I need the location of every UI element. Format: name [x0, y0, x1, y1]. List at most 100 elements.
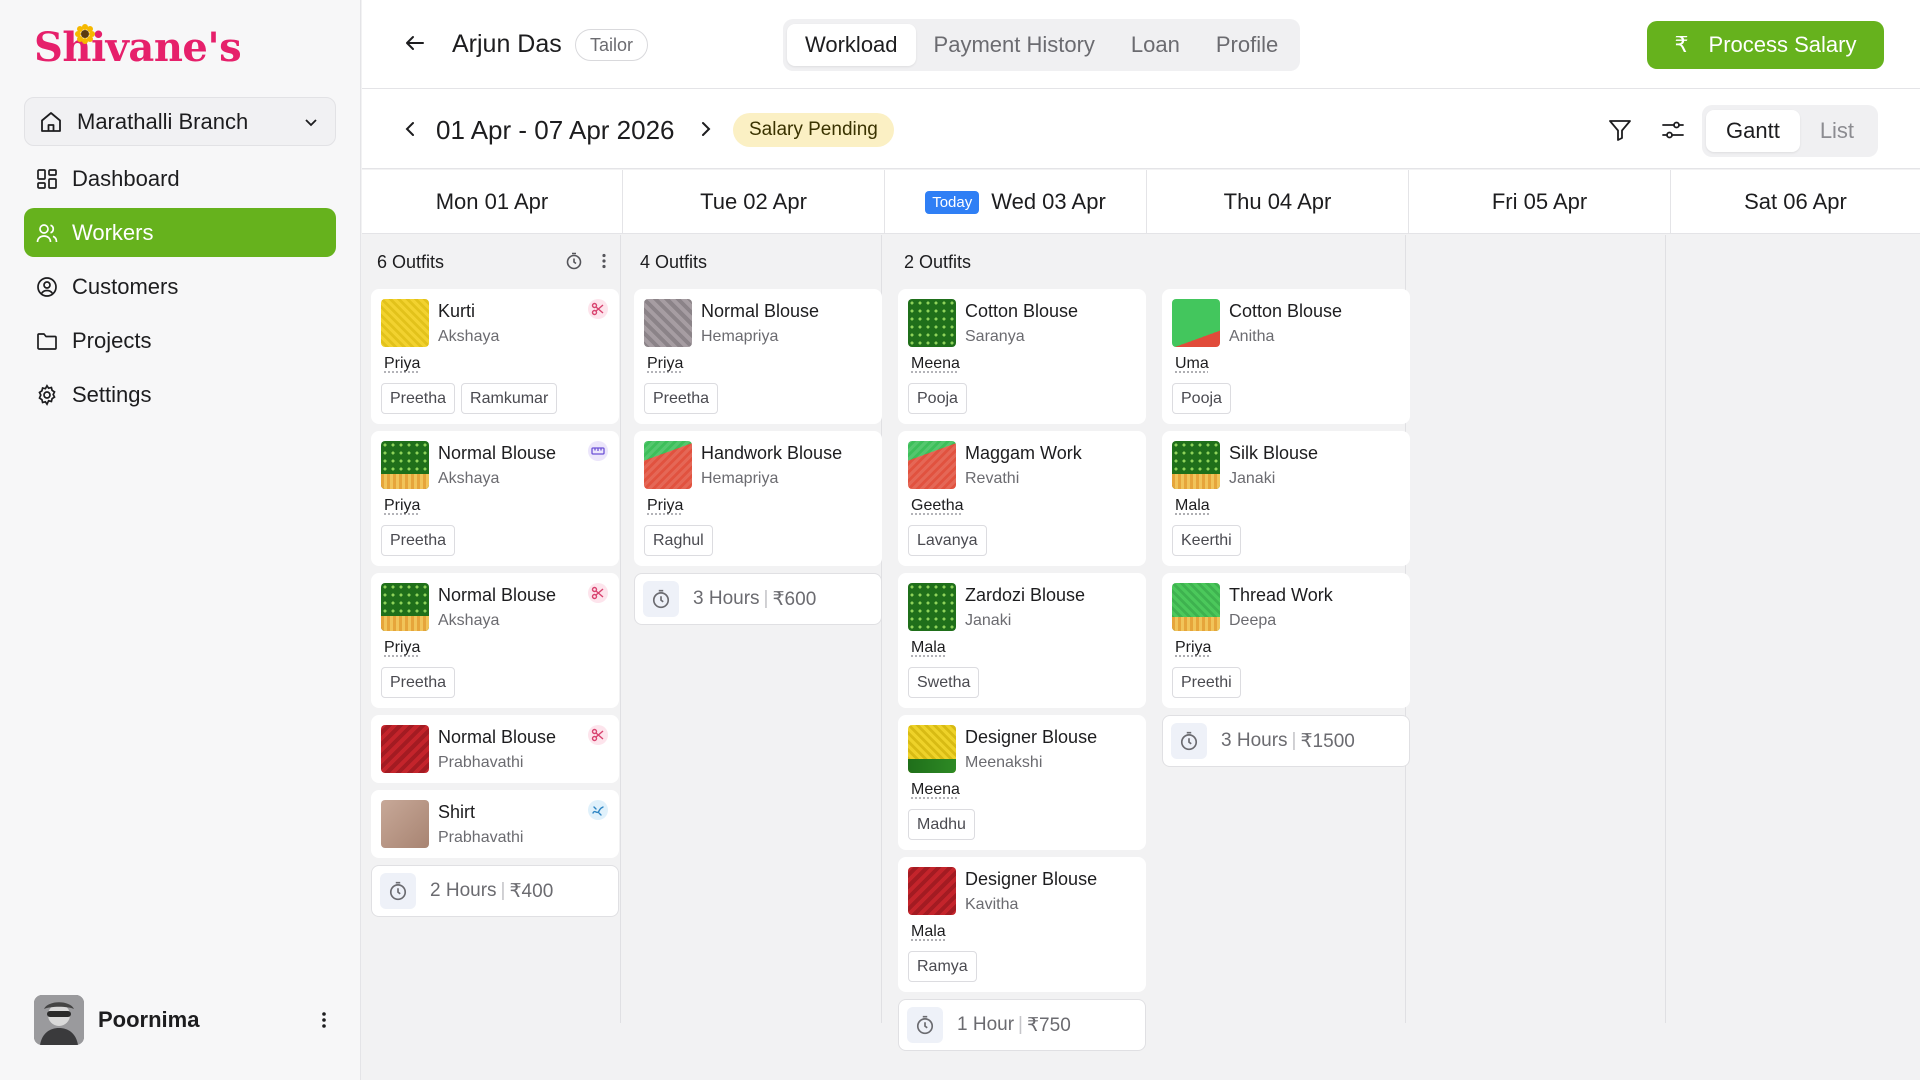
outfit-title: Normal Blouse [701, 301, 820, 321]
date-range: 01 Apr - 07 Apr 2026 [436, 115, 675, 145]
helper-tag: Preethi [1172, 667, 1241, 698]
customer-name: Saranya [965, 328, 1025, 345]
workload-summary: 3 Hours | ₹1500 [1162, 715, 1410, 767]
sliders-icon[interactable] [1660, 117, 1686, 143]
day-header: Tue 02 Apr [623, 170, 885, 234]
day-label: Wed 03 Apr [991, 189, 1106, 214]
assigned-worker[interactable]: Priya [381, 497, 420, 515]
outfit-card[interactable]: Zardozi Blouse Janaki Mala Swetha [898, 573, 1146, 708]
customer-icon [37, 276, 57, 297]
outfit-card[interactable]: Normal Blouse Hemapriya Priya Preetha [634, 289, 882, 424]
process-salary-label: Process Salary [1708, 32, 1857, 57]
day-label: Tue 02 Apr [700, 189, 807, 214]
user-profile[interactable]: Poornima [34, 993, 334, 1047]
sidebar-item-settings[interactable]: Settings [24, 370, 336, 419]
assigned-worker[interactable]: Priya [644, 497, 683, 515]
customer-name: Revathi [965, 470, 1020, 487]
toolbar: 01 Apr - 07 Apr 2026 Salary Pending Gant… [362, 89, 1920, 169]
outfit-card[interactable]: Kurti Akshaya Priya Preetha Ramkumar [371, 289, 619, 424]
assigned-worker[interactable]: Geetha [908, 497, 963, 515]
outfit-count: 2 Outfits [904, 251, 972, 272]
rupee-icon: ₹ [1674, 32, 1689, 57]
helper-tag: Pooja [908, 383, 967, 414]
more-vertical-icon[interactable] [597, 252, 611, 270]
helper-tag: Swetha [908, 667, 980, 698]
customer-name: Prabhavathi [438, 829, 524, 846]
brand-logo[interactable]: Shivane's [34, 24, 242, 71]
assigned-worker[interactable]: Mala [908, 923, 946, 941]
chevron-left-icon[interactable] [400, 119, 420, 139]
helper-tag: Raghul [644, 525, 713, 556]
sidebar-nav: Dashboard Workers Customers Projects Set… [24, 154, 336, 424]
assigned-worker[interactable]: Meena [908, 781, 960, 799]
assigned-worker[interactable]: Mala [1172, 497, 1210, 515]
assigned-worker[interactable]: Priya [381, 355, 420, 373]
outfit-card[interactable]: Designer Blouse Meenakshi Meena Madhu [898, 715, 1146, 850]
assigned-worker[interactable]: Mala [908, 639, 946, 657]
sidebar-item-customers[interactable]: Customers [24, 262, 336, 311]
more-vertical-icon[interactable] [314, 1010, 334, 1030]
tab-workload[interactable]: Workload [787, 24, 916, 66]
home-icon [41, 111, 61, 132]
outfit-card[interactable]: Normal Blouse Akshaya Priya Preetha [371, 431, 619, 566]
outfit-card[interactable]: Normal Blouse Prabhavathi [371, 715, 619, 783]
customer-name: Akshaya [438, 612, 500, 629]
outfit-title: Normal Blouse [438, 585, 557, 605]
view-gantt[interactable]: Gantt [1706, 110, 1800, 152]
sidebar-item-dashboard[interactable]: Dashboard [24, 154, 336, 203]
day-header-today: Today Wed 03 Apr [885, 170, 1147, 234]
view-list[interactable]: List [1800, 110, 1874, 152]
summary-amount: ₹750 [1026, 1014, 1071, 1036]
process-salary-button[interactable]: ₹ Process Salary [1647, 21, 1884, 69]
outfit-card[interactable]: Thread Work Deepa Priya Preethi [1162, 573, 1410, 708]
helper-tag: Pooja [1172, 383, 1231, 414]
assigned-worker[interactable]: Priya [1172, 639, 1211, 657]
branch-selector[interactable]: Marathalli Branch [24, 97, 336, 146]
summary-hours: 3 Hours [1221, 730, 1288, 751]
outfit-card[interactable]: Normal Blouse Akshaya Priya Preetha [371, 573, 619, 708]
column-title: 6 Outfits [371, 235, 619, 289]
sidebar-item-workers[interactable]: Workers [24, 208, 336, 257]
helper-tag: Keerthi [1172, 525, 1241, 556]
tab-profile[interactable]: Profile [1198, 24, 1296, 66]
calendar-header: Mon 01 Apr Tue 02 Apr Today Wed 03 Apr Th… [362, 170, 1920, 234]
outfit-title: Maggam Work [965, 443, 1082, 463]
assigned-worker[interactable]: Uma [1172, 355, 1209, 373]
filter-icon[interactable] [1607, 117, 1633, 143]
status-badge: Salary Pending [733, 113, 894, 147]
assigned-worker[interactable]: Meena [908, 355, 960, 373]
fabric-thumbnail [908, 299, 956, 347]
outfit-card[interactable]: Cotton Blouse Anitha Uma Pooja [1162, 289, 1410, 424]
sidebar-item-projects[interactable]: Projects [24, 316, 336, 365]
column-divider [1665, 235, 1666, 1023]
day-label: Fri 05 Apr [1491, 189, 1588, 214]
outfit-card[interactable]: Maggam Work Revathi Geetha Lavanya [898, 431, 1146, 566]
outfit-count: 6 Outfits [377, 251, 445, 272]
outfit-title: Cotton Blouse [1229, 301, 1343, 321]
outfit-card[interactable]: Shirt Prabhavathi [371, 790, 619, 858]
timer-icon[interactable] [565, 252, 583, 270]
helper-tag: Madhu [908, 809, 975, 840]
tab-loan[interactable]: Loan [1113, 24, 1198, 66]
assigned-worker[interactable]: Priya [644, 355, 683, 373]
outfit-card[interactable]: Designer Blouse Kavitha Mala Ramya [898, 857, 1146, 992]
assigned-worker[interactable]: Priya [381, 639, 420, 657]
outfit-card[interactable]: Silk Blouse Janaki Mala Keerthi [1162, 431, 1410, 566]
timer-icon [1171, 723, 1207, 759]
outfit-card[interactable]: Cotton Blouse Saranya Meena Pooja [898, 289, 1146, 424]
chevron-right-icon[interactable] [696, 119, 716, 139]
outfit-title: Cotton Blouse [965, 301, 1079, 321]
outfit-title: Designer Blouse [965, 727, 1098, 747]
scissors-icon [588, 583, 608, 603]
helper-tag: Preetha [644, 383, 719, 414]
tab-payment-history[interactable]: Payment History [916, 24, 1113, 66]
outfit-card[interactable]: Handwork Blouse Hemapriya Priya Raghul [634, 431, 882, 566]
chevron-down-icon [305, 118, 317, 126]
fabric-thumbnail [381, 441, 429, 489]
fabric-thumbnail [908, 867, 956, 915]
helper-tag: Preetha [381, 383, 456, 414]
customer-name: Deepa [1229, 612, 1277, 629]
fabric-thumbnail [381, 725, 429, 773]
avatar [34, 995, 84, 1045]
back-arrow-icon[interactable] [402, 30, 428, 56]
